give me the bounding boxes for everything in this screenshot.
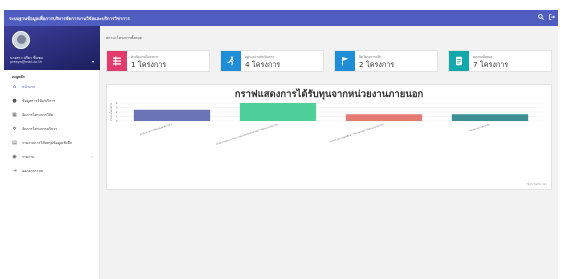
- card-value: 1 โครงการ: [131, 60, 167, 69]
- top-bar: ระบบฐานข้อมูลเพื่อการบริหารจัดการงานวิจั…: [4, 10, 558, 26]
- chart-icon: ▤: [12, 140, 17, 146]
- sidebar-item-research-info[interactable]: ● ข้อมูลการวิจัย/บริการ: [4, 94, 100, 108]
- main-content: สถานะโครงการทั้งหมด ดำเนินงานโครงการ 1 โ…: [100, 26, 558, 279]
- app-title: ระบบฐานข้อมูลเพื่อการบริหารจัดการงานวิจั…: [9, 17, 130, 22]
- sidebar-item-manage-service[interactable]: ✲ จัดการโครงการบริการ: [4, 122, 100, 136]
- x-tick-label: หน่วยงานภาคเอกชน: [469, 122, 491, 133]
- card-value: 2 โครงการ: [359, 60, 395, 69]
- user-profile-panel: นางสาว ปรียา ชื่นชม preeya@mail.ac.th ▾: [4, 26, 100, 70]
- chevron-down-icon[interactable]: ▾: [92, 59, 94, 64]
- app-window: ระบบฐานข้อมูลเพื่อการบริหารจัดการงานวิจั…: [0, 0, 572, 279]
- sidebar-item-label: จัดการโครงการบริการ: [22, 127, 58, 131]
- sidebar-item-home[interactable]: ⌂ หน้าแรก: [4, 80, 100, 94]
- y-tick-label: 1: [116, 114, 118, 118]
- chevron-right-icon: ›: [91, 154, 93, 159]
- sidebar-item-label: ข้อมูลการวิจัย/บริการ: [22, 99, 56, 103]
- x-tick-label: สำนักงานการวิจัยแห่งชาติ (วช.): [139, 122, 172, 136]
- runner-icon: [221, 51, 241, 71]
- list-icon: [107, 51, 127, 71]
- sidebar-item-label: รายงานการวิจัยสรุปข้อมูลเชิงลึก: [22, 141, 73, 145]
- home-icon: ⌂: [12, 84, 17, 90]
- logout-icon[interactable]: [549, 14, 555, 22]
- breadcrumb: สถานะโครงการทั้งหมด: [106, 36, 143, 40]
- sidebar-item-label: ออกจากระบบ: [22, 169, 44, 173]
- status-card-ongoing[interactable]: ดำเนินงานโครงการ 1 โครงการ: [106, 50, 210, 72]
- x-tick-label: กระทรวงการอุดมศึกษา วิทยาศาสตร์ วิจัยและ…: [329, 122, 385, 144]
- info-icon: ●: [12, 98, 17, 104]
- funding-chart-panel: กราฟแสดงการได้รับทุนจากหน่วยงานภายนอก จำ…: [106, 84, 552, 190]
- bar: [345, 114, 423, 121]
- sidebar-item-label: จัดการโครงการวิจัย: [22, 113, 53, 117]
- avatar: [12, 31, 30, 49]
- bar: [239, 103, 317, 121]
- y-tick-label: 3: [116, 105, 118, 109]
- x-tick-label: สำนักงานคณะกรรมการส่งเสริมวิทยาศาสตร์ วิ…: [216, 122, 279, 146]
- y-tick-label: 2: [116, 110, 118, 114]
- card-value: 4 โครงการ: [245, 60, 281, 69]
- bar: [133, 109, 211, 121]
- sidebar-nav: ⌂ หน้าแรก ● ข้อมูลการวิจัย/บริการ ▦ จัดก…: [4, 80, 100, 178]
- y-tick-label: 4: [116, 101, 118, 105]
- search-icon[interactable]: [538, 14, 544, 22]
- sidebar-item-logout[interactable]: ⇥ ออกจากระบบ: [4, 164, 100, 178]
- grid-icon: ▦: [12, 112, 17, 118]
- card-value: 7 โครงการ: [473, 60, 509, 69]
- sidebar: นางสาว ปรียา ชื่นชม preeya@mail.ac.th ▾ …: [4, 26, 100, 279]
- gear-icon: ✲: [12, 126, 17, 132]
- sidebar-item-label: รายงาน: [22, 155, 35, 159]
- status-card-closed[interactable]: ปิดโครงการแล้ว 2 โครงการ: [334, 50, 438, 72]
- sidebar-item-research-report[interactable]: ▤ รายงานการวิจัยสรุปข้อมูลเชิงลึก: [4, 136, 100, 150]
- status-cards: ดำเนินงานโครงการ 1 โครงการ อยู่ระหว่างดำ…: [106, 50, 552, 72]
- funding-bar-chart: จำนวนโครงการ01234 สำนักงานการวิจัยแห่งชาต…: [109, 101, 543, 146]
- y-tick-label: 0: [116, 119, 118, 123]
- sidebar-item-label: หน้าแรก: [22, 85, 36, 89]
- sidebar-item-manage-research[interactable]: ▦ จัดการโครงการวิจัย: [4, 108, 100, 122]
- y-axis-title: จำนวนโครงการ: [109, 102, 113, 121]
- status-card-in-progress[interactable]: อยู่ระหว่างดำเนินการ 4 โครงการ: [220, 50, 324, 72]
- document-icon: [449, 51, 469, 71]
- bar: [451, 114, 529, 121]
- status-card-all-works[interactable]: ผลงานทั้งหมด 7 โครงการ: [448, 50, 552, 72]
- logout-icon: ⇥: [12, 168, 17, 174]
- user-email: preeya@mail.ac.th: [10, 60, 42, 64]
- chart-credit[interactable]: Highcharts.com: [527, 183, 547, 186]
- flag-icon: [335, 51, 355, 71]
- user-icon: ◉: [12, 154, 17, 160]
- sidebar-item-reports[interactable]: ◉ รายงาน ›: [4, 150, 100, 164]
